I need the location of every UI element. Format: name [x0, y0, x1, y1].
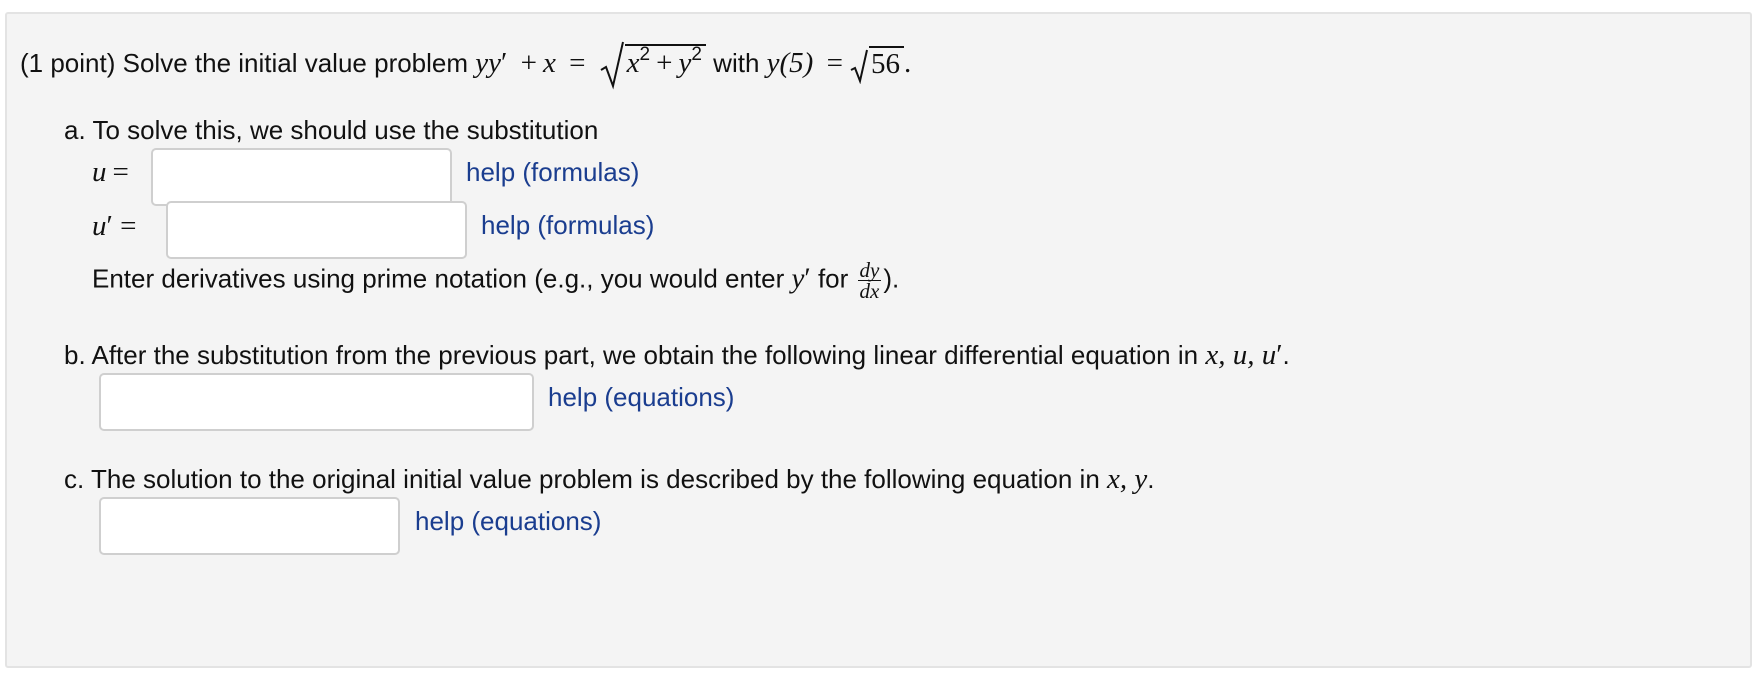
eq-prime: ′	[501, 46, 508, 79]
help-formulas-link-1[interactable]: help (formulas)	[466, 156, 639, 188]
note-y: y	[791, 262, 805, 295]
part-c-period: .	[1147, 464, 1155, 494]
eq-lhs-yy: yy	[475, 46, 502, 79]
part-b-label: b. After the substitution from the previ…	[64, 339, 1290, 371]
help-equations-link-c[interactable]: help (equations)	[415, 505, 601, 537]
problem-statement: (1 point) Solve the initial value proble…	[20, 40, 911, 90]
part-c-answer-input[interactable]	[99, 497, 400, 555]
uprime-var: u	[92, 210, 107, 242]
u-label: u =	[92, 156, 135, 188]
with-word: with	[713, 47, 760, 78]
note-for: for	[817, 263, 849, 294]
help-equations-link-b[interactable]: help (equations)	[548, 381, 734, 413]
sqrt-y: y	[678, 46, 692, 79]
sqrt-plus: +	[656, 46, 673, 79]
radical-sign-icon	[600, 41, 624, 90]
radical-sign-icon-2	[850, 49, 868, 85]
eq-plus: +	[520, 46, 537, 79]
note-end: ).	[883, 263, 900, 294]
uprime-rest: ′ =	[106, 210, 137, 242]
sqrt-ic: 56	[849, 45, 904, 85]
part-b-vars: x, u, u	[1205, 339, 1277, 371]
part-b-text: b. After the substitution from the previ…	[64, 340, 1199, 370]
ic-period: .	[903, 46, 912, 79]
sqrt-y-exp: 2	[691, 43, 702, 65]
part-b-period: .	[1282, 340, 1290, 370]
frac-den: dx	[859, 279, 880, 303]
part-c-label: c. The solution to the original initial …	[64, 463, 1155, 495]
ic-equals: =	[826, 46, 843, 79]
note-start: Enter derivatives using prime notation (…	[92, 263, 785, 294]
note-prime: ′	[804, 262, 811, 295]
eq-equals: =	[569, 46, 586, 79]
ic-lhs: y(5)	[766, 46, 814, 79]
eq-x: x	[542, 46, 556, 79]
uprime-answer-input[interactable]	[166, 201, 467, 259]
part-c-text: c. The solution to the original initial …	[64, 464, 1100, 494]
u-answer-input[interactable]	[151, 148, 452, 206]
frac-num: dy	[857, 258, 882, 282]
part-a-label: a. To solve this, we should use the subs…	[64, 115, 599, 145]
ic-rhs: 56	[868, 45, 904, 78]
sqrt-expression: x2 + y2	[599, 40, 706, 90]
part-c-vars: x, y	[1107, 463, 1148, 495]
sqrt-x: x	[626, 46, 640, 79]
u-equals: =	[112, 156, 129, 188]
u-var: u	[92, 156, 107, 188]
dy-dx-fraction: dy dx	[857, 258, 882, 303]
sqrt-x-exp: 2	[639, 43, 651, 65]
part-b-answer-input[interactable]	[99, 373, 534, 431]
problem-intro: Solve the initial value problem	[122, 47, 469, 78]
uprime-label: u′ =	[92, 210, 136, 242]
help-formulas-link-2[interactable]: help (formulas)	[481, 209, 654, 241]
derivative-note: Enter derivatives using prime notation (…	[92, 258, 900, 303]
points-label: (1 point)	[20, 47, 116, 78]
